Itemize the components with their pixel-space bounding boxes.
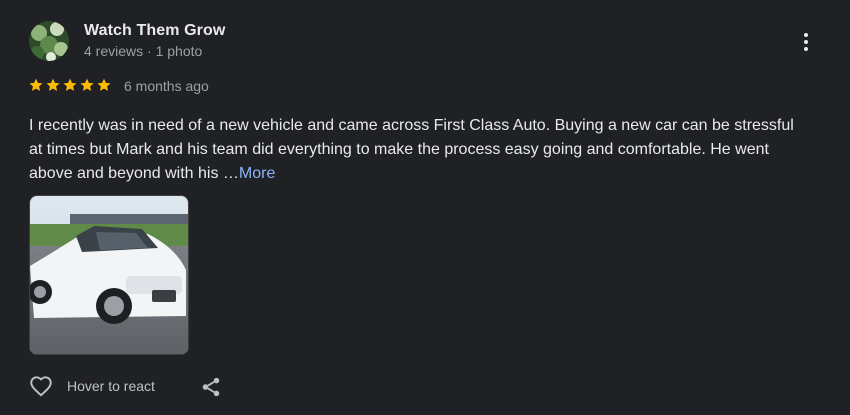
react-button[interactable]: [28, 373, 54, 399]
star-rating: [28, 77, 112, 93]
more-vert-icon: [804, 33, 808, 51]
more-link[interactable]: More: [239, 165, 275, 182]
star-icon: [46, 78, 60, 91]
star-icon: [29, 78, 43, 91]
review-body: I recently was in need of a new vehicle …: [29, 117, 794, 182]
heart-outline-icon: [30, 376, 52, 397]
review-photo[interactable]: [29, 195, 189, 355]
star-icon: [63, 78, 77, 91]
author-name[interactable]: Watch Them Grow: [84, 22, 225, 40]
react-label: Hover to react: [67, 378, 155, 394]
author-avatar[interactable]: [29, 21, 69, 61]
star-icon: [97, 78, 111, 91]
author-meta: 4 reviews · 1 photo: [84, 43, 203, 59]
more-options-button[interactable]: [794, 30, 818, 54]
review-time: 6 months ago: [124, 78, 209, 94]
review-actions: Hover to react: [28, 373, 155, 399]
share-icon: [202, 377, 220, 397]
review-text: I recently was in need of a new vehicle …: [29, 114, 809, 186]
star-icon: [80, 78, 94, 91]
share-button[interactable]: [199, 375, 223, 399]
